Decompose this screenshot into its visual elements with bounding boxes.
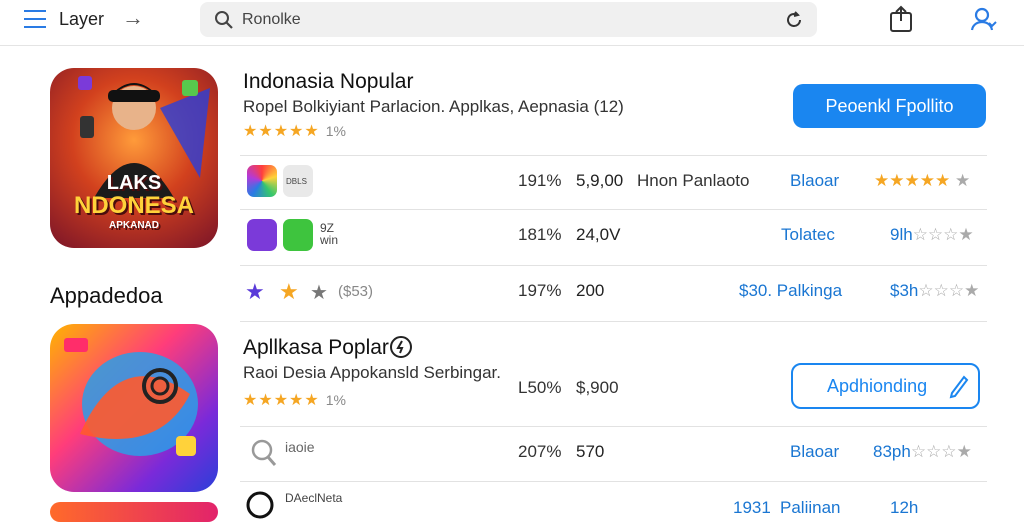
rating-count: 1% bbox=[325, 392, 346, 408]
star-outline-icon: ☆☆☆ bbox=[910, 442, 957, 461]
amount-value: $,900 bbox=[576, 378, 619, 397]
green-app-icon bbox=[283, 219, 313, 251]
refresh-icon[interactable] bbox=[783, 9, 805, 31]
star-purple-icon: ★ bbox=[245, 279, 265, 304]
row-link[interactable]: Blaoar bbox=[790, 442, 839, 462]
app-title[interactable]: Indonasia Nopular bbox=[243, 70, 413, 94]
magnifier-icon bbox=[251, 439, 277, 466]
app-icon-indonesia[interactable]: LAKS NDONESA APKANAD bbox=[50, 68, 218, 248]
row-rating: ★★★★★ ★ bbox=[874, 171, 970, 191]
percent-value: 181% bbox=[518, 225, 562, 244]
avatar-app-icon bbox=[247, 219, 277, 251]
row-link[interactable]: $30. Palkinga bbox=[739, 281, 842, 301]
mini-label: DBLS bbox=[286, 177, 307, 186]
rating-text: 83ph bbox=[873, 442, 911, 461]
search-icon bbox=[215, 11, 233, 29]
app-icon-popular[interactable] bbox=[50, 324, 218, 492]
rating-text: 9lh bbox=[890, 225, 913, 244]
star-icon: ★★★★★ bbox=[874, 171, 951, 190]
mini-label: ($53) bbox=[338, 283, 374, 300]
download-button-label: Apdhionding bbox=[827, 376, 928, 396]
table-row[interactable]: DAeclNeta 1931 Paliinan 12h bbox=[240, 482, 987, 519]
row-rating: 83ph☆☆☆★ bbox=[873, 442, 972, 462]
install-button[interactable]: Peoenkl Fpollito bbox=[793, 84, 986, 128]
table-row[interactable]: ★ ★ ★ ($53) 197% 200 $30. Palkinga $3h☆☆… bbox=[240, 266, 987, 318]
rating-count: 1% bbox=[325, 123, 346, 139]
clock-icon bbox=[246, 491, 274, 519]
percent-value: 197% bbox=[518, 281, 562, 300]
row-link[interactable]: Blaoar bbox=[790, 171, 839, 191]
mini-label: DAeclNeta bbox=[285, 491, 343, 505]
table-row[interactable]: DBLS 191% 5,9,00 Hnon Panlaoto Blaoar ★★… bbox=[240, 156, 987, 208]
app-rating: ★★★★★ 1% bbox=[243, 121, 346, 141]
mini-label: iaoie bbox=[285, 439, 315, 455]
pencil-icon bbox=[949, 375, 969, 399]
percent-value: L50% bbox=[518, 378, 562, 397]
star-grey-icon: ★ bbox=[310, 282, 328, 304]
grey-star-icon: ★ bbox=[954, 171, 971, 190]
amount-value: 5,9,00 bbox=[576, 171, 624, 190]
table-row[interactable]: 9Z win 181% 24,0V Tolatec 9lh☆☆☆★ bbox=[240, 210, 987, 262]
star-outline-icon: ☆☆☆ bbox=[918, 281, 965, 300]
row-description: Hnon Panlaoto bbox=[637, 171, 750, 190]
star-orange-icon: ★ bbox=[279, 279, 299, 304]
menu-icon[interactable] bbox=[24, 10, 46, 28]
amount-value: 570 bbox=[576, 442, 605, 461]
app-title[interactable]: Apllkasa Poplar bbox=[243, 336, 389, 360]
row-rating: 12h bbox=[890, 498, 919, 517]
star-outline-icon: ☆☆☆ bbox=[912, 225, 959, 244]
rating-text: $3h bbox=[890, 281, 919, 300]
star-icon: ★★★★★ bbox=[243, 123, 320, 140]
row-rating: 9lh☆☆☆★ bbox=[890, 225, 974, 245]
abstract-swirl-icon bbox=[64, 338, 198, 456]
download-button[interactable]: Apdhionding bbox=[791, 363, 980, 409]
top-bar: Layer → Ronolke bbox=[0, 0, 1024, 46]
row-link[interactable]: Tolatec bbox=[781, 225, 835, 245]
mini-label: 9Z win bbox=[320, 221, 339, 247]
row-rating: $3h☆☆☆★ bbox=[890, 281, 979, 301]
share-icon[interactable] bbox=[888, 5, 914, 33]
amount-value: 24,0V bbox=[576, 225, 621, 244]
amount-value: 200 bbox=[576, 281, 605, 300]
table-row[interactable]: iaoie 207% 570 Blaoar 83ph☆☆☆★ bbox=[240, 427, 987, 479]
icon-text-sub: APKANAD bbox=[109, 220, 159, 231]
search-bar[interactable]: Ronolke bbox=[200, 2, 817, 37]
star-icon: ★★★★★ bbox=[243, 392, 320, 409]
percent-value: 191% bbox=[518, 171, 562, 190]
section-heading: Appadedoa bbox=[50, 283, 163, 308]
info-icon[interactable] bbox=[389, 335, 413, 359]
percent-value: 207% bbox=[518, 442, 562, 461]
page-title: Layer bbox=[59, 9, 105, 29]
search-input[interactable]: Ronolke bbox=[242, 11, 301, 29]
grey-star-icon: ★ bbox=[958, 225, 974, 244]
grey-star-icon: ★ bbox=[964, 281, 980, 300]
row-link[interactable]: Paliinan bbox=[780, 498, 841, 518]
app-icon-third[interactable] bbox=[50, 502, 218, 522]
app-subtitle: Raoi Desia Appokansld Serbingar. bbox=[243, 363, 501, 382]
app-rating: ★★★★★ 1% bbox=[243, 390, 346, 410]
divider bbox=[240, 321, 987, 322]
row-pct: 1931 bbox=[733, 498, 771, 517]
user-icon[interactable] bbox=[969, 5, 997, 33]
icon-text-main: NDONESA bbox=[73, 192, 194, 219]
arrow-right-icon[interactable]: → bbox=[122, 7, 144, 29]
colorful-app-icon bbox=[247, 165, 277, 197]
grey-star-icon: ★ bbox=[956, 442, 972, 461]
app-subtitle: Ropel Bolkiyiant Parlacion. Applkas, Aep… bbox=[243, 97, 624, 116]
